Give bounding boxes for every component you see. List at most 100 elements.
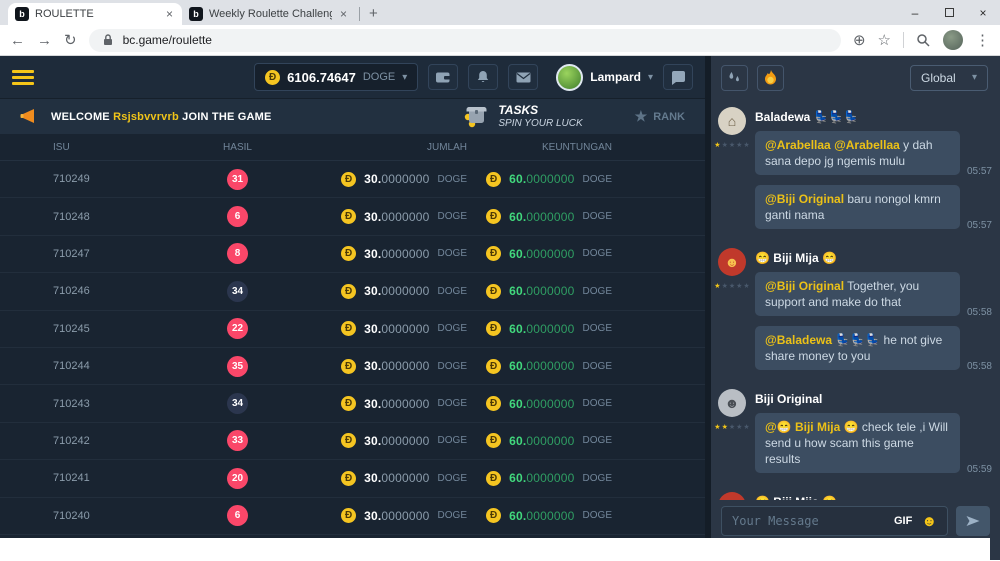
table-row[interactable]: 710246 34 Ð 30.0000000 DOGE Ð 60.0000000… [0,273,705,310]
doge-coin-icon: Ð [486,471,501,486]
user-avatar [556,64,583,91]
profit-rest: 0000000 [526,397,574,411]
welcome-username: Rsjsbvvrvrb [113,111,179,123]
bet-amount: Ð 30.0000000 DOGE [341,471,467,486]
coin-drop-button[interactable] [757,65,784,91]
table-row[interactable]: 710241 20 Ð 30.0000000 DOGE Ð 60.0000000… [0,460,705,497]
rain-rewards-button[interactable] [721,65,748,91]
bet-profit: Ð 60.0000000 DOGE [486,321,612,336]
gif-button[interactable]: GIF [894,515,912,527]
messages-button[interactable] [508,64,538,90]
tasks-shortcut[interactable]: TASKS SPIN YOUR LUCK [464,103,582,129]
rank-shortcut[interactable]: ★ RANK [635,108,685,125]
mention-link[interactable]: @Biji Original [765,192,844,206]
chat-channel-select[interactable]: Global ▾ [910,65,988,91]
column-header-keuntungan: KEUNTUNGAN [470,142,705,153]
tab-close-icon[interactable]: × [338,7,349,21]
chat-username[interactable]: Baladewa 💺💺💺 [755,110,992,124]
chat-bubble-icon [671,70,686,85]
bet-amount: Ð 30.0000000 DOGE [341,209,467,224]
amount-currency: DOGE [438,398,467,409]
star-icon: ★ [743,141,749,149]
chat-bubble: @😁 Biji Mija 😁 check tele ,i Will send u… [755,413,960,473]
send-button[interactable] [956,506,990,536]
wallet-button[interactable] [428,64,458,90]
tab-close-icon[interactable]: × [164,7,175,21]
chat-bubble: @Biji Original Together, you support and… [755,272,960,316]
back-icon[interactable]: ← [10,33,25,48]
amount-rest: 0000000 [381,172,429,186]
chat-avatar[interactable]: ☻ [718,389,746,417]
address-bar[interactable]: bc.game/roulette [89,29,841,52]
profit-currency: DOGE [583,286,612,297]
tab-roulette[interactable]: b ROULETTE × [8,3,182,25]
star-icon: ★ [729,141,735,149]
star-icon: ★ [743,282,749,290]
extension-icon[interactable]: ⊕ [853,33,866,48]
doge-coin-icon: Ð [486,209,501,224]
table-row[interactable]: 710240 6 Ð 30.0000000 DOGE Ð 60.0000000 … [0,498,705,535]
message-input[interactable] [732,514,885,528]
mention-link[interactable]: @😁 Biji Mija 😁 [765,420,859,434]
doge-coin-icon: Ð [486,359,501,374]
emoji-button[interactable]: ☻ [921,514,937,529]
profit-currency: DOGE [583,510,612,521]
forward-icon[interactable]: → [37,33,52,48]
table-row[interactable]: 710243 34 Ð 30.0000000 DOGE Ð 60.0000000… [0,385,705,422]
menu-dots-icon[interactable]: ⋮ [975,33,990,48]
reload-icon[interactable]: ↻ [64,33,77,48]
bet-id: 710247 [0,248,185,260]
chat-username[interactable]: 😁 Biji Mija 😁 [755,251,992,265]
doge-coin-icon: Ð [486,321,501,336]
result-badge: 34 [227,281,248,302]
amount-currency: DOGE [438,323,467,334]
user-menu[interactable]: Lampard ▾ [556,64,653,91]
new-tab-button[interactable]: + [369,5,378,22]
bookmark-star-icon[interactable]: ☆ [878,33,891,48]
chat-avatar[interactable]: ☻ [718,248,746,276]
mention-link[interactable]: @Biji Original [765,279,844,293]
doge-coin-icon: Ð [486,396,501,411]
notifications-button[interactable] [468,64,498,90]
chat-toggle-button[interactable] [663,64,693,90]
chat-bubble: @Biji Original baru nongol kmrn ganti na… [755,185,960,229]
message-time: 05:58 [967,361,992,372]
profit-currency: DOGE [583,174,612,185]
message-row: @Arabellaa @Arabellaa y dah sana depo jg… [755,131,992,175]
bet-id: 710246 [0,285,185,297]
balance-selector[interactable]: Ð 6106.74647 DOGE ▾ [254,63,418,91]
chat-avatar[interactable]: ☻ [718,492,746,500]
table-row[interactable]: 710248 6 Ð 30.0000000 DOGE Ð 60.0000000 … [0,198,705,235]
browser-profile-avatar[interactable] [943,30,963,50]
mention-link[interactable]: @Baladewa 💺💺💺 [765,333,880,347]
chat-avatar[interactable]: ⌂ [718,107,746,135]
table-row[interactable]: 710245 22 Ð 30.0000000 DOGE Ð 60.0000000… [0,311,705,348]
star-icon: ★ [714,282,720,290]
bet-profit: Ð 60.0000000 DOGE [486,246,612,261]
browser-toolbar: ← → ↻ bc.game/roulette ⊕ ☆ ⋮ [0,25,1000,56]
amount-main: 30. [364,397,381,411]
star-icon: ★ [729,423,735,431]
tab-weekly-challenge[interactable]: b Weekly Roulette Challenge - Win × [182,3,356,25]
table-row[interactable]: 710242 33 Ð 30.0000000 DOGE Ð 60.0000000… [0,423,705,460]
result-badge: 31 [227,169,248,190]
chat-username[interactable]: Biji Original [755,392,992,406]
bet-profit: Ð 60.0000000 DOGE [486,396,612,411]
table-row[interactable]: 710247 8 Ð 30.0000000 DOGE Ð 60.0000000 … [0,236,705,273]
amount-rest: 0000000 [381,359,429,373]
profit-currency: DOGE [583,211,612,222]
close-button[interactable]: × [966,0,1000,25]
site-favicon: b [15,7,29,21]
hamburger-menu-icon[interactable] [12,70,34,85]
minimize-button[interactable]: – [898,0,932,25]
table-row[interactable]: 710244 35 Ð 30.0000000 DOGE Ð 60.0000000… [0,348,705,385]
maximize-button[interactable] [932,0,966,25]
doge-coin-icon: Ð [486,172,501,187]
table-row[interactable]: 710249 31 Ð 30.0000000 DOGE Ð 60.0000000… [0,161,705,198]
mention-link[interactable]: @Arabellaa @Arabellaa [765,138,900,152]
search-icon[interactable] [916,33,931,48]
user-name: Lampard [590,70,641,84]
mail-icon [516,72,531,83]
tasks-chest-icon [464,104,489,128]
tab-divider [359,7,360,21]
